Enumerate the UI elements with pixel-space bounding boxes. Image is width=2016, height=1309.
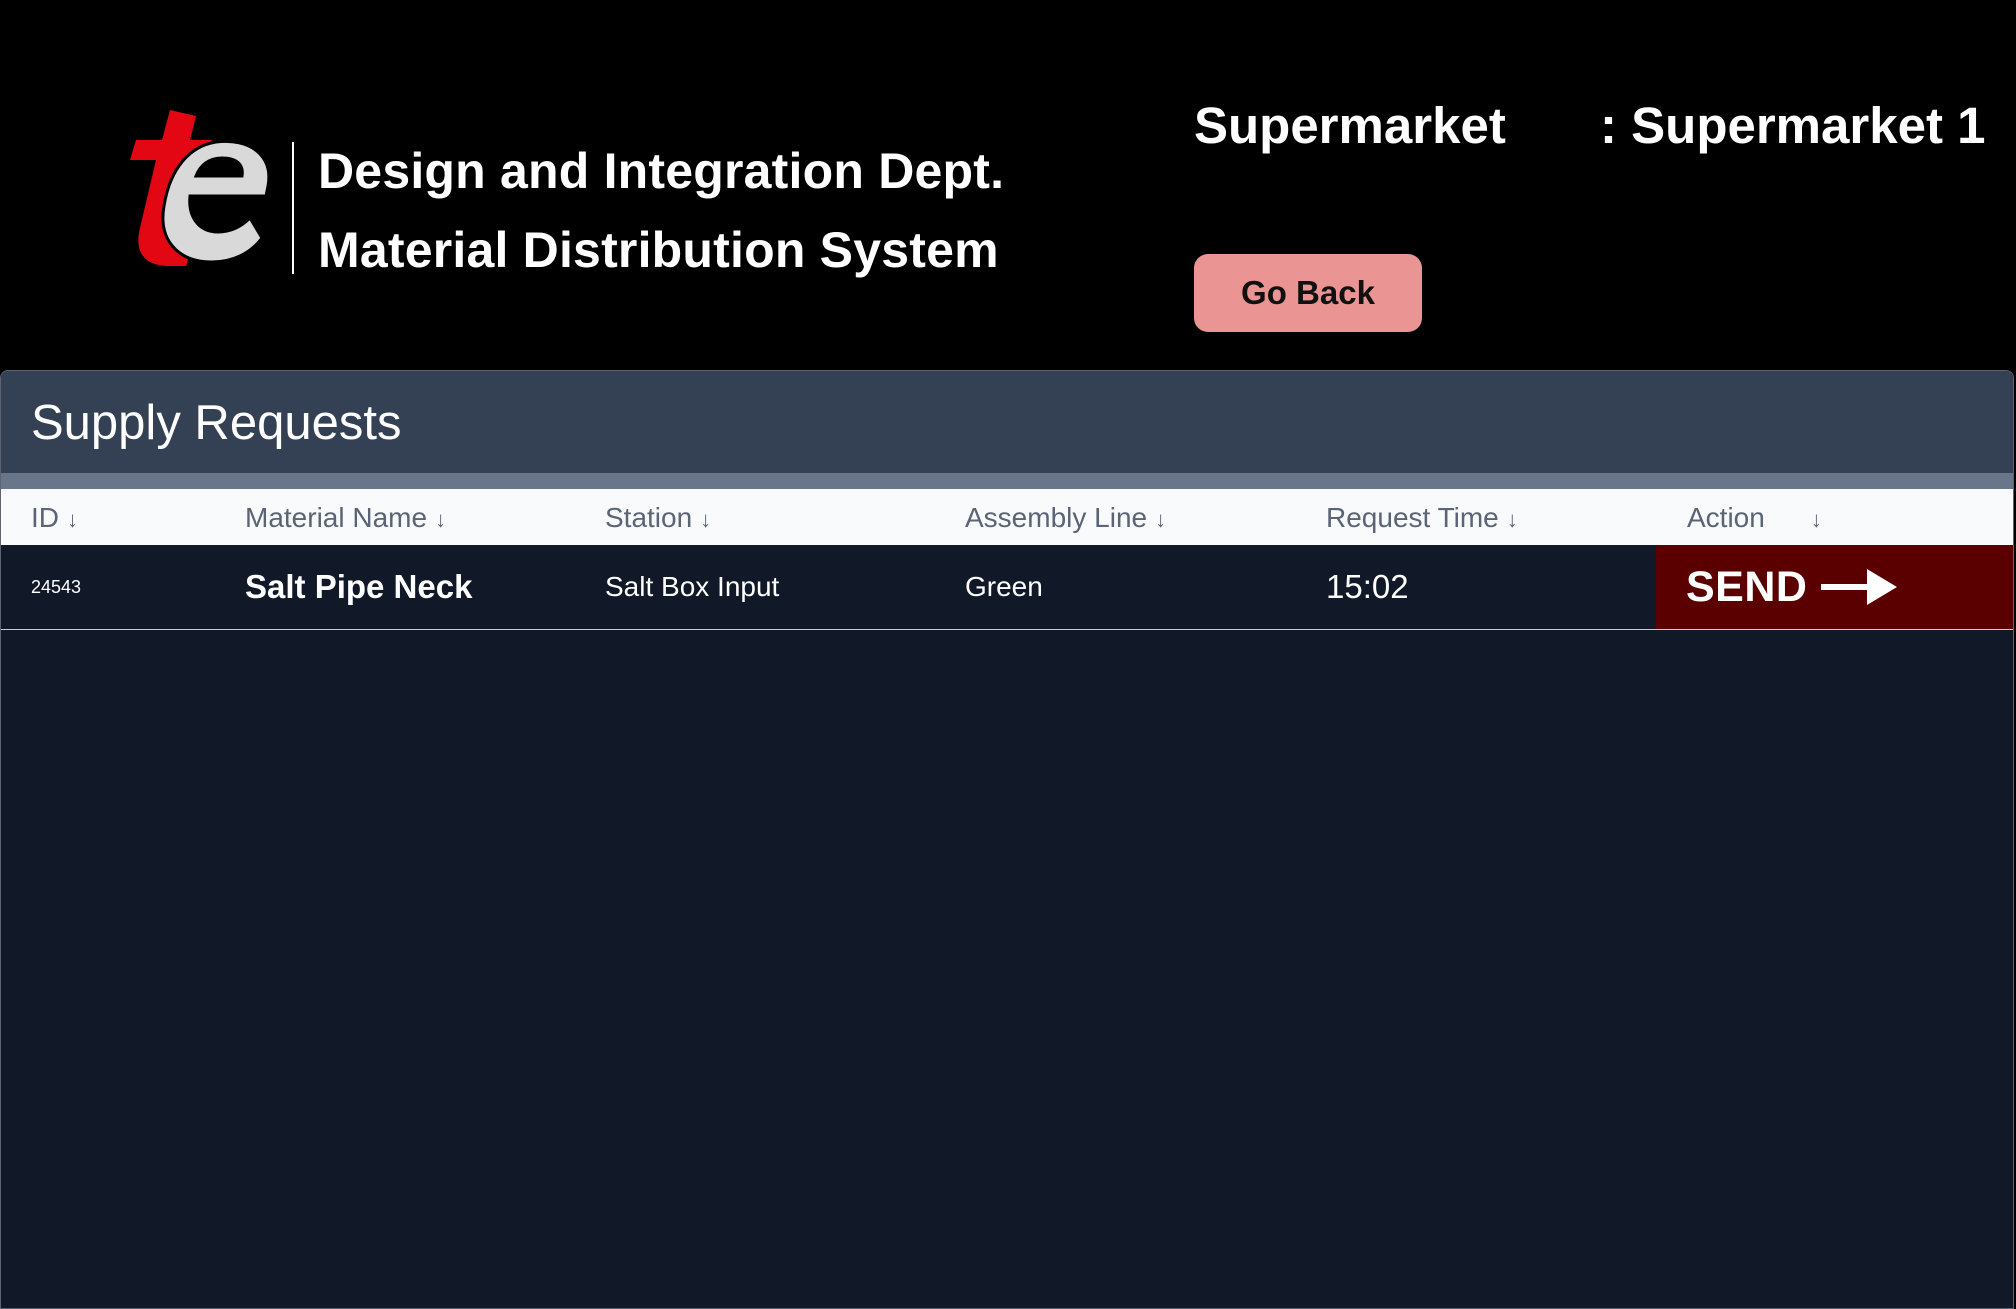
- supply-requests-panel: Supply Requests ID ↓ Material Name ↓ Stati…: [0, 370, 2014, 1309]
- table-row: 24543 Salt Pipe Neck Salt Box Input Gree…: [1, 545, 2013, 630]
- column-header-assembly-line[interactable]: Assembly Line ↓: [965, 502, 1166, 534]
- go-back-button[interactable]: Go Back: [1194, 254, 1422, 332]
- arrow-down-icon: ↓: [700, 507, 712, 532]
- department-title: Design and Integration Dept.: [318, 143, 1005, 199]
- arrow-down-icon: ↓: [1810, 507, 1822, 532]
- cell-request-time: 15:02: [1326, 568, 1409, 605]
- arrow-down-icon: ↓: [1506, 507, 1518, 532]
- arrow-down-icon: ↓: [435, 507, 447, 532]
- panel-title: Supply Requests: [31, 396, 402, 450]
- cell-material-name: Salt Pipe Neck: [245, 568, 473, 605]
- column-header-label: Assembly Line: [965, 502, 1148, 533]
- column-header-label: ID: [31, 502, 59, 533]
- cell-assembly-line: Green: [965, 571, 1043, 602]
- arrow-right-icon: [1821, 567, 1898, 607]
- send-button-label: SEND: [1686, 562, 1808, 611]
- column-header-material-name[interactable]: Material Name ↓: [245, 502, 446, 534]
- arrow-down-icon: ↓: [1155, 507, 1167, 532]
- te-logo-icon: [130, 110, 271, 266]
- column-header-label: Request Time: [1326, 502, 1499, 533]
- app-header: Design and Integration Dept. Material Di…: [0, 0, 2016, 370]
- column-header-id[interactable]: ID ↓: [31, 502, 78, 534]
- column-header-action[interactable]: Action ↓: [1687, 502, 1822, 534]
- column-header-request-time[interactable]: Request Time ↓: [1326, 502, 1518, 534]
- column-header-label: Material Name: [245, 502, 428, 533]
- supermarket-label: Supermarket: [1194, 97, 1506, 154]
- cell-station: Salt Box Input: [605, 571, 780, 602]
- column-header-label: Action: [1687, 502, 1765, 533]
- panel-divider-strip: [1, 473, 2013, 489]
- column-header-label: Station: [605, 502, 693, 533]
- arrow-down-icon: ↓: [67, 507, 78, 532]
- system-title: Material Distribution System: [318, 222, 999, 278]
- table-header-row: ID ↓ Material Name ↓ Station ↓ Assembly Lin…: [1, 489, 2013, 545]
- cell-id: 24543: [31, 576, 82, 597]
- send-button[interactable]: SEND: [1656, 545, 2013, 629]
- column-header-station[interactable]: Station ↓: [605, 502, 711, 534]
- supermarket-value: : Supermarket 1: [1600, 97, 1986, 154]
- logo-divider: [292, 142, 294, 274]
- te-logo: [108, 108, 274, 268]
- app-page: Design and Integration Dept. Material Di…: [0, 0, 2016, 1309]
- panel-header: Supply Requests: [1, 371, 2013, 473]
